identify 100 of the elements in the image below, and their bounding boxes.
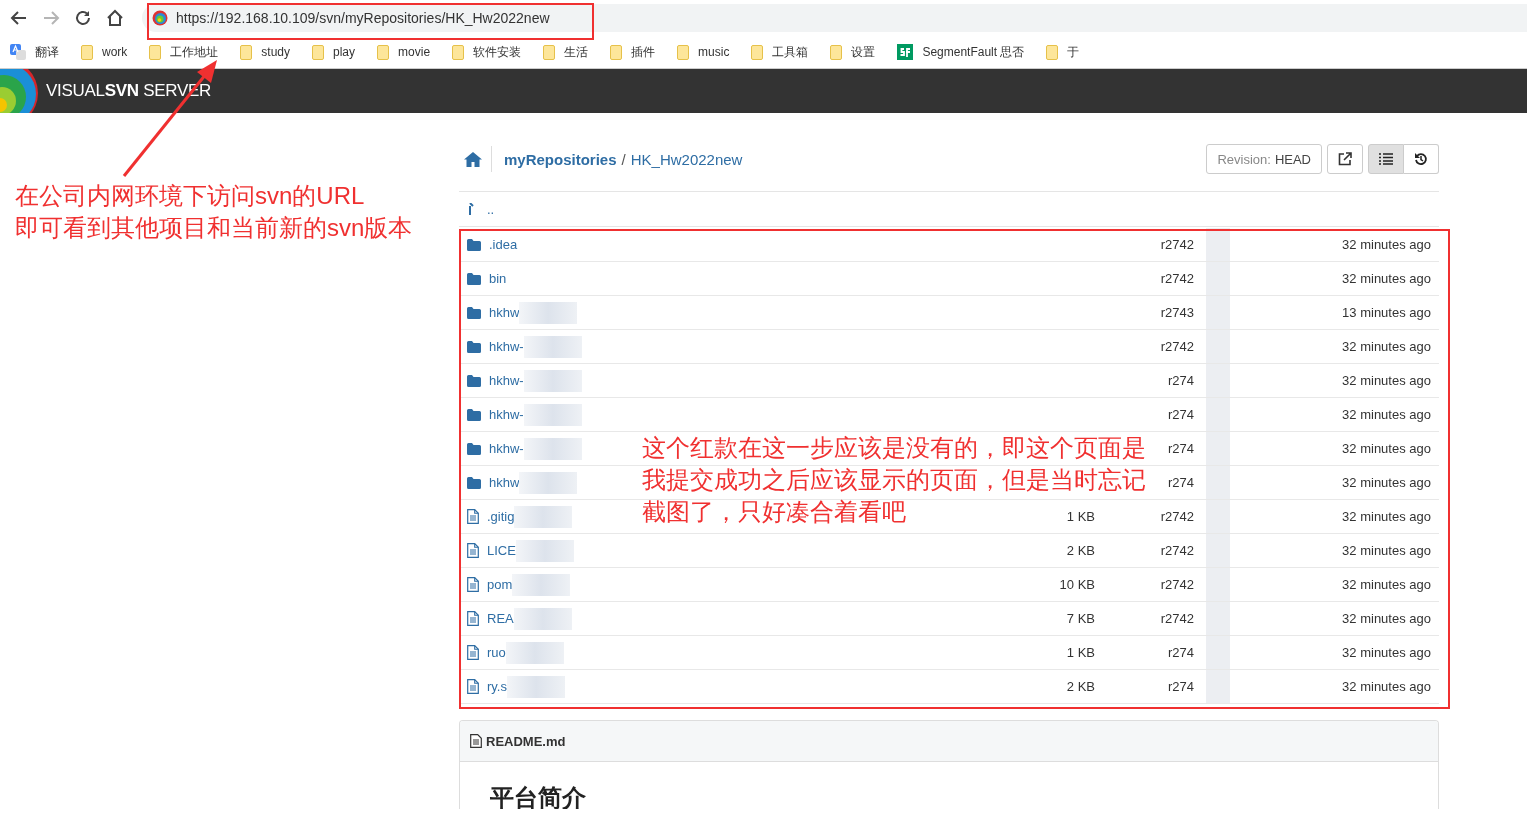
file-link[interactable]: hkhw- bbox=[489, 339, 524, 354]
list-icon bbox=[1379, 153, 1393, 165]
bookmark[interactable]: movie bbox=[377, 44, 431, 60]
file-link[interactable]: .gitig bbox=[487, 509, 515, 524]
file-link[interactable]: hkhw- bbox=[489, 407, 524, 422]
modified-time: 32 minutes ago bbox=[1342, 237, 1431, 252]
folder-icon bbox=[452, 44, 465, 60]
bookmark[interactable]: 设置 bbox=[830, 43, 876, 61]
revision-link[interactable]: r2742 bbox=[1160, 271, 1194, 286]
revision-link[interactable]: r274 bbox=[1167, 407, 1194, 422]
modified-time: 32 minutes ago bbox=[1342, 339, 1431, 354]
file-link[interactable]: pom bbox=[487, 577, 513, 592]
revision-link[interactable]: r274 bbox=[1167, 679, 1194, 694]
folder-icon bbox=[467, 408, 481, 421]
file-size: 7 KB bbox=[1066, 611, 1095, 626]
bookmark[interactable]: 生活 bbox=[543, 43, 589, 61]
annotation-text: 这个红款在这一步应该是没有的，即这个页面是 bbox=[642, 433, 1146, 463]
revision-link[interactable]: r2743 bbox=[1160, 305, 1194, 320]
annotation-text: 截图了，只好凑合着看吧 bbox=[642, 497, 906, 527]
modified-time: 32 minutes ago bbox=[1342, 407, 1431, 422]
file-link[interactable]: bin bbox=[489, 271, 507, 286]
file-link[interactable]: hkhw- bbox=[489, 441, 524, 456]
modified-time: 32 minutes ago bbox=[1342, 373, 1431, 388]
folder-icon bbox=[377, 44, 390, 60]
parent-directory-link[interactable]: .. bbox=[487, 201, 495, 217]
folder-icon bbox=[240, 44, 253, 60]
list-view-button[interactable] bbox=[1368, 144, 1404, 174]
folder-icon bbox=[467, 442, 481, 455]
home-icon[interactable] bbox=[464, 151, 482, 167]
revision-link[interactable]: r2742 bbox=[1160, 509, 1194, 524]
file-icon bbox=[467, 611, 479, 626]
reload-icon[interactable] bbox=[74, 9, 92, 27]
revision-link[interactable]: r2742 bbox=[1160, 339, 1194, 354]
file-link[interactable]: LICE bbox=[487, 543, 516, 558]
back-icon[interactable] bbox=[10, 9, 28, 27]
breadcrumb-link[interactable]: HK_Hw2022new bbox=[630, 150, 743, 168]
folder-icon bbox=[610, 44, 623, 60]
file-link[interactable]: .idea bbox=[489, 237, 518, 252]
file-size: 1 KB bbox=[1066, 645, 1095, 660]
bookmark[interactable]: work bbox=[81, 44, 128, 60]
readme-filename: README.md bbox=[486, 733, 566, 749]
folder-icon bbox=[149, 44, 162, 60]
revision-button[interactable]: Revision: HEAD bbox=[1206, 144, 1322, 174]
bookmark[interactable]: music bbox=[677, 44, 730, 60]
revision-link[interactable]: r274 bbox=[1167, 645, 1194, 660]
file-link[interactable]: hkhw- bbox=[489, 373, 524, 388]
annotation-text: 我提交成功之后应该显示的页面，但是当时忘记 bbox=[642, 465, 1146, 495]
revision-link[interactable]: r274 bbox=[1167, 373, 1194, 388]
file-icon bbox=[467, 509, 479, 524]
folder-icon bbox=[830, 44, 843, 60]
revision-label: Revision: bbox=[1217, 151, 1271, 167]
modified-time: 32 minutes ago bbox=[1342, 475, 1431, 490]
file-size: 2 KB bbox=[1066, 679, 1095, 694]
breadcrumb-link[interactable]: myRepositories bbox=[504, 150, 617, 168]
modified-time: 32 minutes ago bbox=[1342, 679, 1431, 694]
home-icon[interactable] bbox=[106, 9, 124, 27]
revision-link[interactable]: r2742 bbox=[1160, 611, 1194, 626]
annotation-text: 即可看到其他项目和当前新的svn版本 bbox=[15, 213, 413, 243]
file-link[interactable]: hkhw bbox=[489, 305, 520, 320]
bookmark[interactable]: 翻译 bbox=[10, 43, 59, 61]
sf-icon bbox=[897, 44, 914, 60]
file-size: 1 KB bbox=[1066, 509, 1095, 524]
folder-icon bbox=[467, 238, 481, 251]
bookmark[interactable]: 于 bbox=[1046, 43, 1080, 61]
modified-time: 32 minutes ago bbox=[1342, 543, 1431, 558]
bookmark[interactable]: 软件安装 bbox=[452, 43, 522, 61]
bookmark[interactable]: SegmentFault 思否 bbox=[897, 43, 1025, 61]
bookmark[interactable]: play bbox=[312, 44, 356, 60]
file-link[interactable]: REA bbox=[487, 611, 514, 626]
revision-link[interactable]: r2742 bbox=[1160, 237, 1194, 252]
file-link[interactable]: ry.s bbox=[487, 679, 507, 694]
bookmark[interactable]: study bbox=[240, 44, 291, 60]
breadcrumb-separator: / bbox=[621, 150, 626, 168]
revision-link[interactable]: r2742 bbox=[1160, 577, 1194, 592]
external-link-icon bbox=[1338, 152, 1352, 166]
revision-value: HEAD bbox=[1274, 151, 1311, 167]
folder-icon bbox=[467, 272, 481, 285]
file-icon bbox=[467, 543, 479, 558]
bookmark[interactable]: 工作地址 bbox=[149, 43, 219, 61]
file-icon bbox=[467, 577, 479, 592]
file-icon bbox=[467, 645, 479, 660]
file-link[interactable]: hkhw bbox=[489, 475, 520, 490]
modified-time: 32 minutes ago bbox=[1342, 645, 1431, 660]
file-size: 2 KB bbox=[1066, 543, 1095, 558]
site-icon bbox=[152, 10, 168, 26]
folder-icon bbox=[467, 306, 481, 319]
open-external-button[interactable] bbox=[1327, 144, 1363, 174]
folder-icon bbox=[751, 44, 764, 60]
bookmark[interactable]: 工具箱 bbox=[751, 43, 809, 61]
address-bar[interactable]: https://192.168.10.109/svn/myRepositories/HK_Hw2022new bbox=[142, 4, 1527, 32]
folder-icon bbox=[467, 374, 481, 387]
revision-link[interactable]: r274 bbox=[1167, 441, 1194, 456]
revision-link[interactable]: r2742 bbox=[1160, 543, 1194, 558]
file-icon bbox=[470, 734, 482, 748]
bookmark[interactable]: 插件 bbox=[610, 43, 656, 61]
folder-icon bbox=[1046, 44, 1059, 60]
file-link[interactable]: ruo bbox=[487, 645, 506, 660]
folder-icon bbox=[467, 340, 481, 353]
revision-link[interactable]: r274 bbox=[1167, 475, 1194, 490]
history-button[interactable] bbox=[1404, 144, 1439, 174]
